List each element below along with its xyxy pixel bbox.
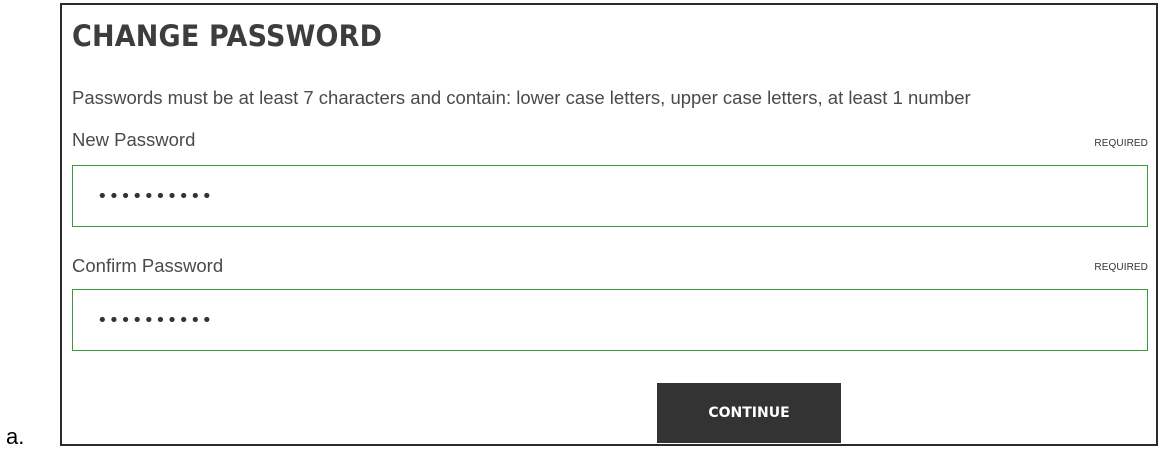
confirm-password-input[interactable]: [72, 289, 1148, 351]
change-password-form: CHANGE PASSWORD Passwords must be at lea…: [60, 3, 1158, 446]
page-title: CHANGE PASSWORD: [72, 19, 383, 53]
new-password-input[interactable]: [72, 165, 1148, 227]
continue-button[interactable]: CONTINUE: [657, 383, 841, 443]
confirm-password-required-badge: REQUIRED: [1094, 262, 1148, 273]
list-marker: a.: [6, 424, 25, 449]
new-password-required-badge: REQUIRED: [1094, 138, 1148, 149]
new-password-label: New Password: [72, 129, 196, 150]
password-requirements-hint: Passwords must be at least 7 characters …: [72, 87, 971, 108]
confirm-password-label: Confirm Password: [72, 255, 224, 276]
